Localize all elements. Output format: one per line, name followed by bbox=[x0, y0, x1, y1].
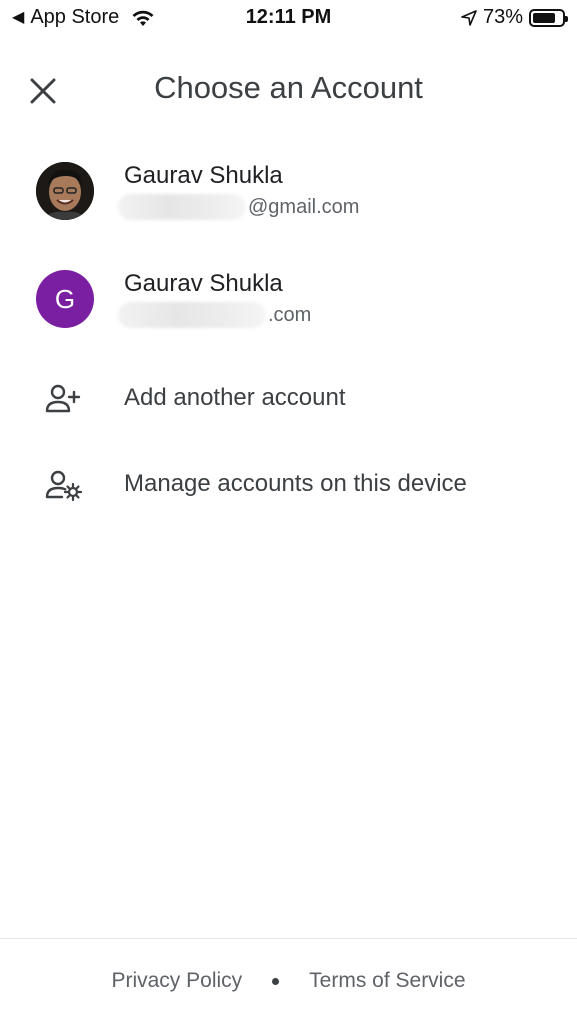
footer-links: Privacy Policy Terms of Service bbox=[0, 969, 577, 993]
add-account-item[interactable]: Add another account bbox=[0, 372, 577, 428]
manage-accounts-label: Manage accounts on this device bbox=[124, 470, 467, 497]
account-email: .com bbox=[118, 302, 311, 328]
battery-percent: 73% bbox=[482, 6, 523, 28]
manage-accounts-item[interactable]: Manage accounts on this device bbox=[0, 458, 577, 514]
account-name: Gaurav Shukla bbox=[124, 270, 283, 297]
avatar-photo bbox=[36, 162, 94, 220]
redacted-email-blur bbox=[118, 302, 266, 328]
privacy-policy-link[interactable]: Privacy Policy bbox=[111, 969, 242, 993]
add-account-label: Add another account bbox=[124, 384, 346, 411]
battery-icon bbox=[529, 8, 568, 27]
account-email: @gmail.com bbox=[118, 194, 359, 220]
email-suffix: .com bbox=[268, 303, 312, 326]
account-row-2[interactable]: G Gaurav Shukla .com bbox=[0, 258, 577, 346]
location-arrow-icon bbox=[461, 9, 477, 26]
avatar-initial: G bbox=[54, 283, 76, 314]
account-row-1[interactable]: Gaurav Shukla @gmail.com bbox=[0, 150, 577, 238]
email-suffix: @gmail.com bbox=[248, 195, 360, 218]
terms-of-service-link[interactable]: Terms of Service bbox=[309, 969, 465, 993]
account-name: Gaurav Shukla bbox=[124, 162, 283, 189]
status-right: 73% bbox=[461, 6, 568, 29]
status-bar: ◀ App Store 12:11 PM 73% bbox=[0, 0, 577, 38]
separator-dot bbox=[272, 977, 280, 985]
manage-accounts-icon bbox=[45, 470, 83, 502]
page-title: Choose an Account bbox=[154, 70, 423, 105]
redacted-email-blur bbox=[118, 194, 246, 220]
dialog-header: Choose an Account bbox=[0, 58, 577, 122]
person-add-icon bbox=[45, 384, 81, 413]
footer: Privacy Policy Terms of Service bbox=[0, 938, 577, 1025]
profile-photo-icon bbox=[36, 162, 94, 220]
avatar-letter: G bbox=[36, 270, 94, 328]
